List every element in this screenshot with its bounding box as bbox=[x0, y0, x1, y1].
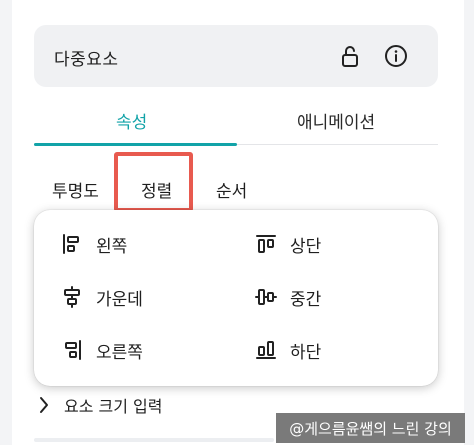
size-input-section[interactable]: 요소 크기 입력 bbox=[38, 393, 163, 417]
tab-properties[interactable]: 속성 bbox=[116, 108, 147, 133]
align-left-option[interactable]: 왼쪽 bbox=[60, 229, 127, 259]
selection-title: 다중요소 bbox=[54, 50, 119, 70]
align-top-option[interactable]: 상단 bbox=[254, 229, 321, 259]
align-center-option[interactable]: 가운데 bbox=[60, 282, 143, 312]
align-top-label: 상단 bbox=[290, 236, 322, 257]
align-bottom-icon bbox=[256, 341, 276, 359]
selection-header: 다중요소 bbox=[34, 25, 438, 87]
align-middle-label: 중간 bbox=[290, 289, 322, 310]
lock-button[interactable] bbox=[336, 42, 364, 70]
highlight-annotation bbox=[114, 152, 193, 212]
align-middle-icon bbox=[255, 289, 277, 305]
align-right-icon bbox=[65, 340, 81, 360]
info-icon bbox=[385, 45, 407, 67]
size-input-label: 요소 크기 입력 bbox=[64, 397, 163, 416]
bottom-divider bbox=[34, 438, 274, 442]
align-top-icon bbox=[256, 235, 276, 253]
align-bottom-option[interactable]: 하단 bbox=[254, 335, 321, 365]
watermark: @게으름윤쌤의 느린 강의 bbox=[276, 413, 465, 443]
align-center-icon bbox=[64, 286, 80, 308]
panel-edge-right bbox=[464, 0, 474, 445]
align-bottom-label: 하단 bbox=[290, 342, 322, 363]
tab-animation[interactable]: 애니메이션 bbox=[297, 108, 375, 133]
chevron-right-icon bbox=[40, 397, 48, 413]
info-button[interactable] bbox=[382, 42, 410, 70]
subtab-opacity[interactable]: 투명도 bbox=[52, 177, 99, 202]
align-center-label: 가운데 bbox=[96, 289, 143, 310]
align-left-icon bbox=[63, 234, 79, 254]
align-left-label: 왼쪽 bbox=[96, 236, 128, 257]
panel-edge-left bbox=[0, 0, 12, 445]
lock-open-icon bbox=[342, 46, 358, 67]
subtab-order[interactable]: 순서 bbox=[216, 177, 247, 202]
active-tab-indicator bbox=[34, 143, 237, 146]
align-right-option[interactable]: 오른쪽 bbox=[60, 335, 143, 365]
align-middle-option[interactable]: 중간 bbox=[254, 282, 321, 312]
align-menu: 왼쪽 가운데 오른쪽 상단 중간 하단 bbox=[34, 210, 438, 386]
align-right-label: 오른쪽 bbox=[96, 342, 143, 363]
